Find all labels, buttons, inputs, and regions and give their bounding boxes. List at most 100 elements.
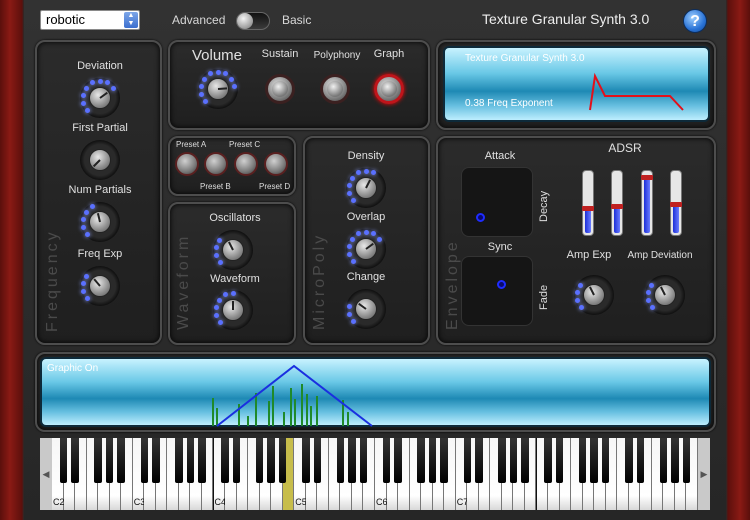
overlap-knob[interactable]	[346, 229, 386, 269]
black-key[interactable]	[428, 438, 437, 483]
help-button[interactable]: ?	[683, 9, 707, 33]
attack-decay-point[interactable]	[476, 213, 485, 222]
sustain-button[interactable]	[265, 74, 295, 104]
first-partial-knob[interactable]	[80, 140, 120, 180]
sustain-label: Sustain	[261, 48, 299, 60]
adsr-sustain-slider[interactable]	[641, 170, 653, 236]
black-key[interactable]	[278, 438, 287, 483]
preset-b-button[interactable]	[204, 152, 228, 176]
graph-button[interactable]	[374, 74, 404, 104]
black-key[interactable]	[394, 438, 402, 483]
black-key[interactable]	[625, 438, 633, 483]
grain-bar	[283, 412, 285, 426]
black-key[interactable]	[601, 438, 610, 483]
polyphony-label: Polyphony	[313, 50, 361, 61]
sync-fade-pad[interactable]	[461, 256, 533, 326]
preset-c-button[interactable]	[234, 152, 258, 176]
knob-led	[230, 290, 236, 296]
black-key[interactable]	[636, 438, 645, 483]
preset-dropdown[interactable]: robotic ▲ ▼	[40, 10, 140, 30]
black-key[interactable]	[555, 438, 564, 483]
fade-label: Fade	[538, 284, 550, 310]
deviation-knob[interactable]	[80, 78, 120, 118]
black-key[interactable]	[221, 438, 229, 483]
black-key[interactable]	[417, 438, 425, 483]
adsr-decay-slider[interactable]	[611, 170, 623, 236]
grain-bar	[316, 396, 318, 426]
black-key[interactable]	[590, 438, 598, 483]
volume-knob[interactable]	[198, 69, 238, 109]
polyphony-button[interactable]	[320, 74, 350, 104]
black-key[interactable]	[498, 438, 506, 483]
black-key[interactable]	[267, 438, 275, 483]
amp-exp-knob[interactable]	[574, 275, 614, 315]
slider-handle[interactable]	[611, 204, 623, 210]
black-key[interactable]	[382, 438, 391, 483]
change-knob[interactable]	[346, 289, 386, 329]
right-arrow-icon: ▶	[700, 469, 708, 479]
knob-led	[355, 170, 361, 176]
black-key[interactable]	[255, 438, 264, 483]
black-key[interactable]	[198, 438, 206, 483]
black-key[interactable]	[302, 438, 310, 483]
slider-handle[interactable]	[670, 202, 682, 208]
black-key[interactable]	[682, 438, 691, 483]
oscillators-label: Oscillators	[209, 212, 261, 224]
black-key[interactable]	[186, 438, 195, 483]
black-key[interactable]	[509, 438, 518, 483]
knob-led	[199, 91, 205, 97]
black-key[interactable]	[175, 438, 183, 483]
amp-deviation-knob[interactable]	[645, 275, 685, 315]
knob-led	[105, 80, 111, 86]
num-partials-knob[interactable]	[80, 202, 120, 242]
black-key[interactable]	[359, 438, 368, 483]
grain-bar	[212, 398, 214, 426]
knob-led	[81, 100, 87, 106]
adsr-attack-slider[interactable]	[582, 170, 594, 236]
black-key[interactable]	[94, 438, 102, 483]
density-knob[interactable]	[346, 168, 386, 208]
black-key[interactable]	[152, 438, 160, 483]
black-key[interactable]	[348, 438, 356, 483]
black-key[interactable]	[521, 438, 529, 483]
black-key[interactable]	[671, 438, 679, 483]
black-key[interactable]	[463, 438, 472, 483]
black-key[interactable]	[71, 438, 79, 483]
knob-led	[214, 312, 220, 318]
frequency-vertical-label: Frequency	[44, 229, 61, 332]
sync-fade-point[interactable]	[497, 280, 506, 289]
slider-handle[interactable]	[582, 205, 594, 211]
slider-handle[interactable]	[641, 174, 653, 180]
freq-exp-knob[interactable]	[80, 266, 120, 306]
waveform-knob[interactable]	[213, 290, 253, 330]
knob-led	[207, 71, 213, 77]
knob-led	[213, 304, 219, 310]
black-key[interactable]	[59, 438, 68, 483]
preset-d-button[interactable]	[264, 152, 288, 176]
preset-a-button[interactable]	[175, 152, 199, 176]
keyboard-scroll-left[interactable]: ◀	[40, 438, 52, 510]
black-key[interactable]	[544, 438, 552, 483]
black-key[interactable]	[117, 438, 125, 483]
black-key[interactable]	[475, 438, 483, 483]
black-key[interactable]	[578, 438, 587, 483]
black-key[interactable]	[105, 438, 114, 483]
knob-led	[214, 252, 220, 258]
black-key[interactable]	[336, 438, 345, 483]
adsr-release-slider[interactable]	[670, 170, 682, 236]
mode-toggle[interactable]	[236, 12, 270, 30]
preset-d-label: Preset D	[259, 182, 291, 191]
black-key[interactable]	[440, 438, 448, 483]
black-key[interactable]	[140, 438, 149, 483]
knob-led	[83, 273, 89, 279]
mode-basic-label: Basic	[282, 13, 312, 27]
black-key[interactable]	[659, 438, 668, 483]
oscillators-knob[interactable]	[213, 230, 253, 270]
knob-led	[80, 92, 86, 98]
attack-decay-pad[interactable]	[461, 167, 533, 237]
knob-led	[232, 83, 238, 89]
preset-dropdown-value: robotic	[46, 12, 86, 27]
black-key[interactable]	[313, 438, 322, 483]
keyboard-scroll-right[interactable]: ▶	[698, 438, 710, 510]
black-key[interactable]	[232, 438, 241, 483]
